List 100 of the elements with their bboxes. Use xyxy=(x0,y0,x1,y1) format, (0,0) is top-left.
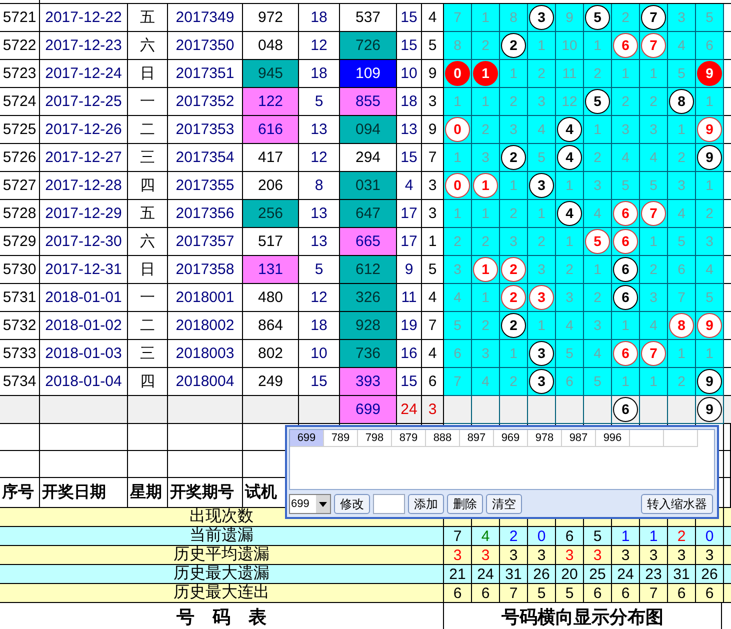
stat-value: 6 xyxy=(696,584,724,603)
table-cell: 2017349 xyxy=(168,4,243,32)
number-item[interactable]: 987 xyxy=(562,430,596,447)
number-dropdown[interactable]: 699 xyxy=(289,494,331,514)
table-cell: 16 xyxy=(397,340,422,368)
number-item[interactable]: 969 xyxy=(494,430,528,447)
table-cell: 109 xyxy=(340,60,397,88)
table-cell: 1 xyxy=(472,284,500,312)
table-cell: 13 xyxy=(397,116,422,144)
table-cell: 2017-12-28 xyxy=(40,172,128,200)
table-cell: 1 xyxy=(472,88,500,116)
table-cell: 855 xyxy=(340,88,397,116)
table-cell: 5729 xyxy=(0,228,40,256)
table-cell: 10 xyxy=(556,32,584,60)
number-item[interactable]: 699 xyxy=(290,430,324,447)
table-cell: 094 xyxy=(340,116,397,144)
table-cell: 2 xyxy=(584,284,612,312)
table-cell: 2 xyxy=(668,368,696,396)
number-item[interactable]: 888 xyxy=(426,430,460,447)
action-button[interactable]: 清空 xyxy=(486,494,522,514)
table-cell: 3 xyxy=(556,284,584,312)
table-cell: 19 xyxy=(397,312,422,340)
transfer-button[interactable]: 转入缩水器 xyxy=(641,494,713,514)
table-cell: 5 xyxy=(696,4,724,32)
table-cell: 4 xyxy=(556,312,584,340)
table-cell: 2017-12-23 xyxy=(40,32,128,60)
table-cell: 2017-12-26 xyxy=(40,116,128,144)
table-cell: 7 xyxy=(668,284,696,312)
table-cell: 2017-12-30 xyxy=(40,228,128,256)
number-item[interactable]: 897 xyxy=(460,430,494,447)
empty-cell xyxy=(0,451,40,478)
table-cell: 4 xyxy=(528,116,556,144)
number-item[interactable]: 978 xyxy=(528,430,562,447)
table-cell: 1 xyxy=(556,172,584,200)
stat-value: 7 xyxy=(640,584,668,603)
table-cell: 六 xyxy=(128,32,168,60)
table-cell: 2 xyxy=(696,200,724,228)
table-cell: 480 xyxy=(243,284,299,312)
table-cell: 15 xyxy=(397,4,422,32)
empty-cell xyxy=(664,430,698,447)
table-cell: 2 xyxy=(528,228,556,256)
table-cell: 1 xyxy=(612,60,640,88)
table-cell: 2018002 xyxy=(168,312,243,340)
table-cell: 3 xyxy=(668,172,696,200)
table-cell: 4 xyxy=(668,32,696,60)
table-cell: 12 xyxy=(556,88,584,116)
table-cell: 2 xyxy=(612,4,640,32)
stat-value: 6 xyxy=(612,584,640,603)
table-cell: 1 xyxy=(640,60,668,88)
table-cell: 5725 xyxy=(0,116,40,144)
caret-icon[interactable] xyxy=(316,495,330,514)
table-cell: 699 xyxy=(340,396,397,424)
number-item[interactable]: 879 xyxy=(392,430,426,447)
table-cell: 3 xyxy=(584,172,612,200)
table-cell: 15 xyxy=(397,32,422,60)
table-cell: 1 xyxy=(696,88,724,116)
table-cell: 2 xyxy=(640,256,668,284)
table-cell: 2 xyxy=(500,88,528,116)
table-cell: 6 xyxy=(668,256,696,284)
table-cell: 4 xyxy=(640,312,668,340)
table-cell: 4 xyxy=(472,368,500,396)
table-cell: 4 xyxy=(584,200,612,228)
table-cell: 1 xyxy=(640,228,668,256)
table-cell: 2017350 xyxy=(168,32,243,60)
table-cell: 2 xyxy=(640,88,668,116)
table-cell: 2018-01-03 xyxy=(40,340,128,368)
action-button[interactable]: 删除 xyxy=(447,494,483,514)
number-input[interactable] xyxy=(373,494,405,514)
number-item[interactable]: 789 xyxy=(324,430,358,447)
table-cell: 一 xyxy=(128,284,168,312)
table-cell: 4 xyxy=(397,172,422,200)
table-cell: 二 xyxy=(128,312,168,340)
table-cell: 928 xyxy=(340,312,397,340)
table-cell: 1 xyxy=(696,172,724,200)
stat-value: 7 xyxy=(500,584,528,603)
table-cell: 五 xyxy=(128,200,168,228)
table-cell: 1 xyxy=(612,368,640,396)
table-cell: 一 xyxy=(128,88,168,116)
table-cell: 1 xyxy=(696,340,724,368)
table-cell: 9 xyxy=(397,256,422,284)
table-cell: 5 xyxy=(556,340,584,368)
table-cell: 1 xyxy=(584,256,612,284)
table-cell: 7 xyxy=(444,4,472,32)
table-cell: 日 xyxy=(128,60,168,88)
table-cell: 5 xyxy=(528,144,556,172)
number-item[interactable]: 996 xyxy=(596,430,630,447)
table-cell: 1 xyxy=(444,88,472,116)
table-cell: 8 xyxy=(500,4,528,32)
table-cell: 945 xyxy=(243,60,299,88)
table-cell: 616 xyxy=(243,116,299,144)
table-cell: 10 xyxy=(397,60,422,88)
table-cell: 2017357 xyxy=(168,228,243,256)
action-button[interactable]: 添加 xyxy=(408,494,444,514)
table-cell: 4 xyxy=(696,256,724,284)
table-cell: 7 xyxy=(444,368,472,396)
table-cell: 3 xyxy=(584,312,612,340)
edit-button[interactable]: 修改 xyxy=(334,494,370,514)
table-cell: 3 xyxy=(528,88,556,116)
number-item[interactable]: 798 xyxy=(358,430,392,447)
table-cell: 5727 xyxy=(0,172,40,200)
